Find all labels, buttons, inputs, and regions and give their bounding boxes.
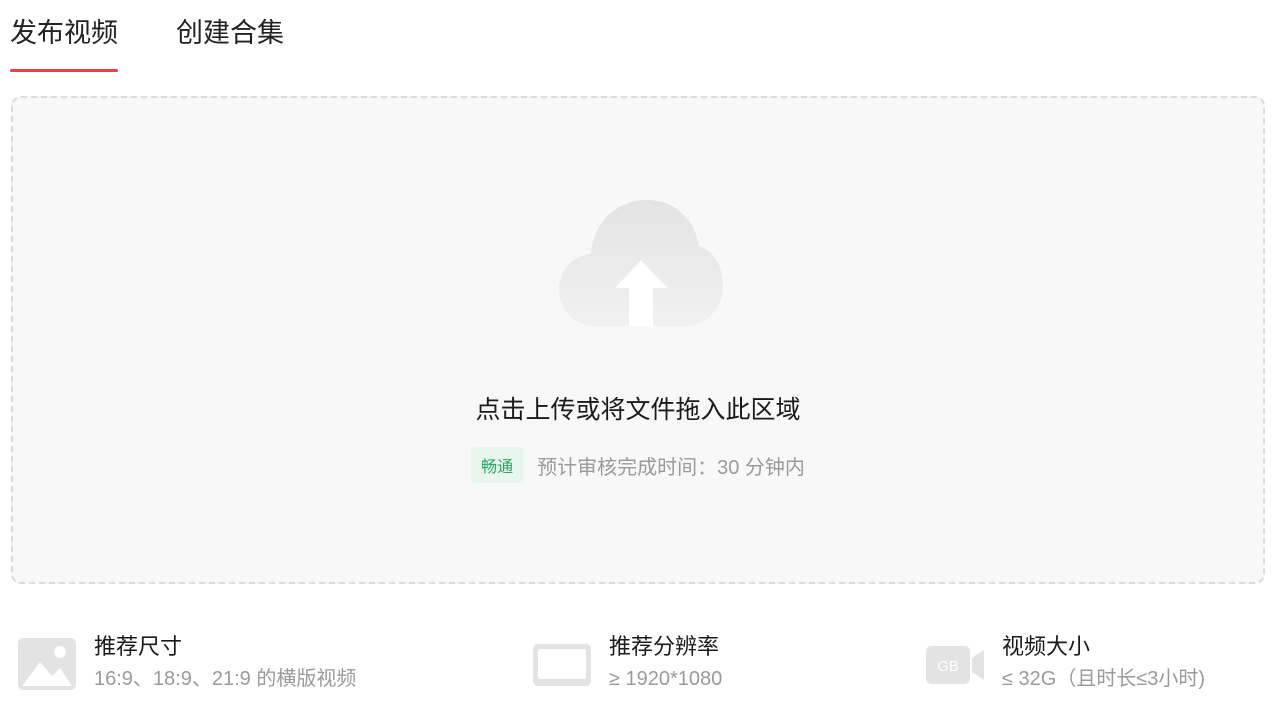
cloud-upload-icon — [559, 200, 723, 326]
tab-publish-video[interactable]: 发布视频 — [10, 20, 118, 72]
screen-icon — [533, 644, 591, 686]
upload-status-row: 畅通 预计审核完成时间：30 分钟内 — [13, 447, 1263, 483]
spec-desc: 16:9、18:9、21:9 的横版视频 — [94, 668, 357, 690]
spec-title: 推荐分辨率 — [609, 634, 720, 659]
spec-title: 推荐尺寸 — [94, 634, 183, 659]
gb-label: GB — [937, 658, 959, 675]
tab-create-collection[interactable]: 创建合集 — [176, 20, 284, 47]
spec-recommended-size: 推荐尺寸 16:9、18:9、21:9 的横版视频 — [18, 630, 356, 694]
upload-dropzone[interactable]: 点击上传或将文件拖入此区域 畅通 预计审核完成时间：30 分钟内 — [11, 96, 1265, 584]
image-icon — [18, 638, 76, 690]
spec-recommended-resolution: 推荐分辨率 ≥ 1920*1080 — [533, 630, 722, 694]
spec-video-size: GB 视频大小 ≤ 32G（且时长≤3小时) — [926, 630, 1205, 694]
video-size-icon: GB — [926, 646, 984, 684]
status-badge: 畅通 — [471, 447, 524, 483]
spec-title: 视频大小 — [1002, 634, 1091, 659]
tab-bar: 发布视频 创建合集 — [10, 0, 342, 76]
spec-desc: ≥ 1920*1080 — [609, 668, 723, 690]
upload-specs: 推荐尺寸 16:9、18:9、21:9 的横版视频 推荐分辨率 ≥ 1920*1… — [0, 630, 1272, 710]
spec-desc: ≤ 32G（且时长≤3小时) — [1002, 668, 1206, 690]
review-estimate: 预计审核完成时间：30 分钟内 — [537, 456, 805, 479]
upload-title: 点击上传或将文件拖入此区域 — [475, 396, 801, 424]
